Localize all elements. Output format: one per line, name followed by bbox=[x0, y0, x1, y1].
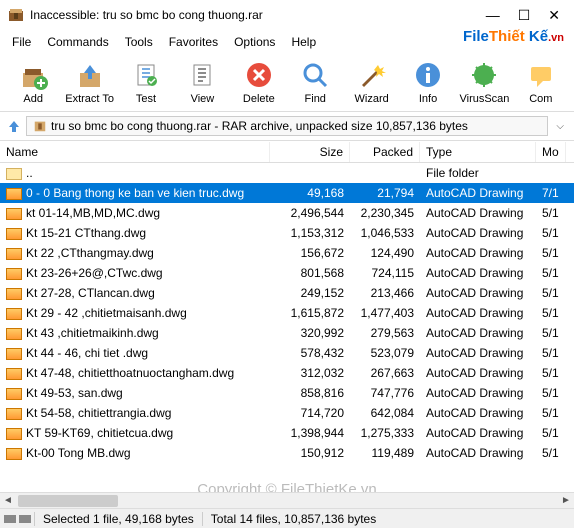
col-mod[interactable]: Mo bbox=[536, 142, 566, 162]
tool-com[interactable]: Com bbox=[514, 57, 568, 107]
extract-icon bbox=[74, 59, 106, 91]
add-icon bbox=[17, 59, 49, 91]
minimize-button[interactable]: — bbox=[486, 7, 500, 23]
status-icons bbox=[0, 515, 34, 523]
tool-test[interactable]: Test bbox=[119, 57, 173, 107]
tool-wizard[interactable]: Wizard bbox=[344, 57, 398, 107]
dwg-icon bbox=[6, 428, 22, 440]
file-row[interactable]: Kt-00 Tong MB.dwg150,912119,489AutoCAD D… bbox=[0, 443, 574, 463]
scroll-thumb[interactable] bbox=[18, 495, 118, 507]
dwg-icon bbox=[6, 208, 22, 220]
delete-icon bbox=[243, 59, 275, 91]
view-icon bbox=[186, 59, 218, 91]
close-button[interactable]: ✕ bbox=[548, 7, 560, 24]
dwg-icon bbox=[6, 308, 22, 320]
test-icon bbox=[130, 59, 162, 91]
dwg-icon bbox=[6, 288, 22, 300]
horizontal-scrollbar[interactable]: ◄ ► bbox=[0, 492, 574, 508]
scroll-left-icon[interactable]: ◄ bbox=[0, 495, 16, 506]
file-row[interactable]: Kt 47-48, chitietthoatnuoctangham.dwg312… bbox=[0, 363, 574, 383]
archive-icon bbox=[33, 119, 47, 133]
path-dropdown-icon[interactable]: ⌵ bbox=[552, 121, 568, 132]
file-row[interactable]: Kt 49-53, san.dwg858,816747,776AutoCAD D… bbox=[0, 383, 574, 403]
pathbar: tru so bmc bo cong thuong.rar - RAR arch… bbox=[0, 112, 574, 141]
wizard-icon bbox=[356, 59, 388, 91]
file-row[interactable]: Kt 44 - 46, chi tiet .dwg578,432523,079A… bbox=[0, 343, 574, 363]
file-row[interactable]: Kt 27-28, CTlancan.dwg249,152213,466Auto… bbox=[0, 283, 574, 303]
col-packed[interactable]: Packed bbox=[350, 142, 420, 162]
menubar: File Commands Tools Favorites Options He… bbox=[0, 30, 574, 53]
file-row[interactable]: KT 59-KT69, chitietcua.dwg1,398,9441,275… bbox=[0, 423, 574, 443]
list-header: Name Size Packed Type Mo bbox=[0, 141, 574, 163]
tool-virusscan[interactable]: VirusScan bbox=[457, 57, 511, 107]
file-row[interactable]: Kt 43 ,chitietmaikinh.dwg320,992279,563A… bbox=[0, 323, 574, 343]
file-row[interactable]: Kt 54-58, chitiettrangia.dwg714,720642,0… bbox=[0, 403, 574, 423]
brand-logo: FileThiết Kế.vn bbox=[463, 28, 564, 45]
menu-options[interactable]: Options bbox=[226, 32, 283, 52]
menu-help[interactable]: Help bbox=[283, 32, 324, 52]
virus-icon bbox=[468, 59, 500, 91]
col-type[interactable]: Type bbox=[420, 142, 536, 162]
file-row[interactable]: kt 01-14,MB,MD,MC.dwg2,496,5442,230,345A… bbox=[0, 203, 574, 223]
dwg-icon bbox=[6, 408, 22, 420]
dwg-icon bbox=[6, 448, 22, 460]
folder-icon bbox=[6, 168, 22, 180]
tool-extract-to[interactable]: Extract To bbox=[62, 57, 116, 107]
statusbar: Selected 1 file, 49,168 bytes Total 14 f… bbox=[0, 508, 574, 528]
dwg-icon bbox=[6, 188, 22, 200]
toolbar: AddExtract ToTestViewDeleteFindWizardInf… bbox=[0, 53, 574, 112]
comment-icon bbox=[525, 59, 557, 91]
dwg-icon bbox=[6, 348, 22, 360]
tool-info[interactable]: Info bbox=[401, 57, 455, 107]
info-icon bbox=[412, 59, 444, 91]
dwg-icon bbox=[6, 368, 22, 380]
find-icon bbox=[299, 59, 331, 91]
menu-file[interactable]: File bbox=[4, 32, 39, 52]
col-name[interactable]: Name bbox=[0, 142, 270, 162]
dwg-icon bbox=[6, 388, 22, 400]
dwg-icon bbox=[6, 248, 22, 260]
tool-delete[interactable]: Delete bbox=[232, 57, 286, 107]
menu-commands[interactable]: Commands bbox=[39, 32, 116, 52]
col-size[interactable]: Size bbox=[270, 142, 350, 162]
file-row[interactable]: Kt 29 - 42 ,chitietmaisanh.dwg1,615,8721… bbox=[0, 303, 574, 323]
menu-favorites[interactable]: Favorites bbox=[161, 32, 226, 52]
window-title: Inaccessible: tru so bmc bo cong thuong.… bbox=[30, 8, 486, 22]
tool-add[interactable]: Add bbox=[6, 57, 60, 107]
file-row[interactable]: 0 - 0 Bang thong ke ban ve kien truc.dwg… bbox=[0, 183, 574, 203]
tool-view[interactable]: View bbox=[175, 57, 229, 107]
menu-tools[interactable]: Tools bbox=[117, 32, 161, 52]
tool-find[interactable]: Find bbox=[288, 57, 342, 107]
maximize-button[interactable]: ☐ bbox=[518, 7, 531, 24]
parent-dir-row[interactable]: ..File folder bbox=[0, 163, 574, 183]
app-icon bbox=[8, 7, 24, 23]
status-selected: Selected 1 file, 49,168 bytes bbox=[34, 512, 202, 526]
file-row[interactable]: Kt 22 ,CTthangmay.dwg156,672124,490AutoC… bbox=[0, 243, 574, 263]
file-row[interactable]: Kt 15-21 CTthang.dwg1,153,3121,046,533Au… bbox=[0, 223, 574, 243]
dwg-icon bbox=[6, 268, 22, 280]
titlebar: Inaccessible: tru so bmc bo cong thuong.… bbox=[0, 0, 574, 30]
up-icon[interactable] bbox=[6, 118, 22, 134]
dwg-icon bbox=[6, 228, 22, 240]
status-total: Total 14 files, 10,857,136 bytes bbox=[202, 512, 384, 526]
scroll-right-icon[interactable]: ► bbox=[558, 495, 574, 506]
path-field[interactable]: tru so bmc bo cong thuong.rar - RAR arch… bbox=[26, 116, 548, 136]
file-row[interactable]: Kt 23-26+26@,CTwc.dwg801,568724,115AutoC… bbox=[0, 263, 574, 283]
dwg-icon bbox=[6, 328, 22, 340]
file-list: ..File folder0 - 0 Bang thong ke ban ve … bbox=[0, 163, 574, 463]
